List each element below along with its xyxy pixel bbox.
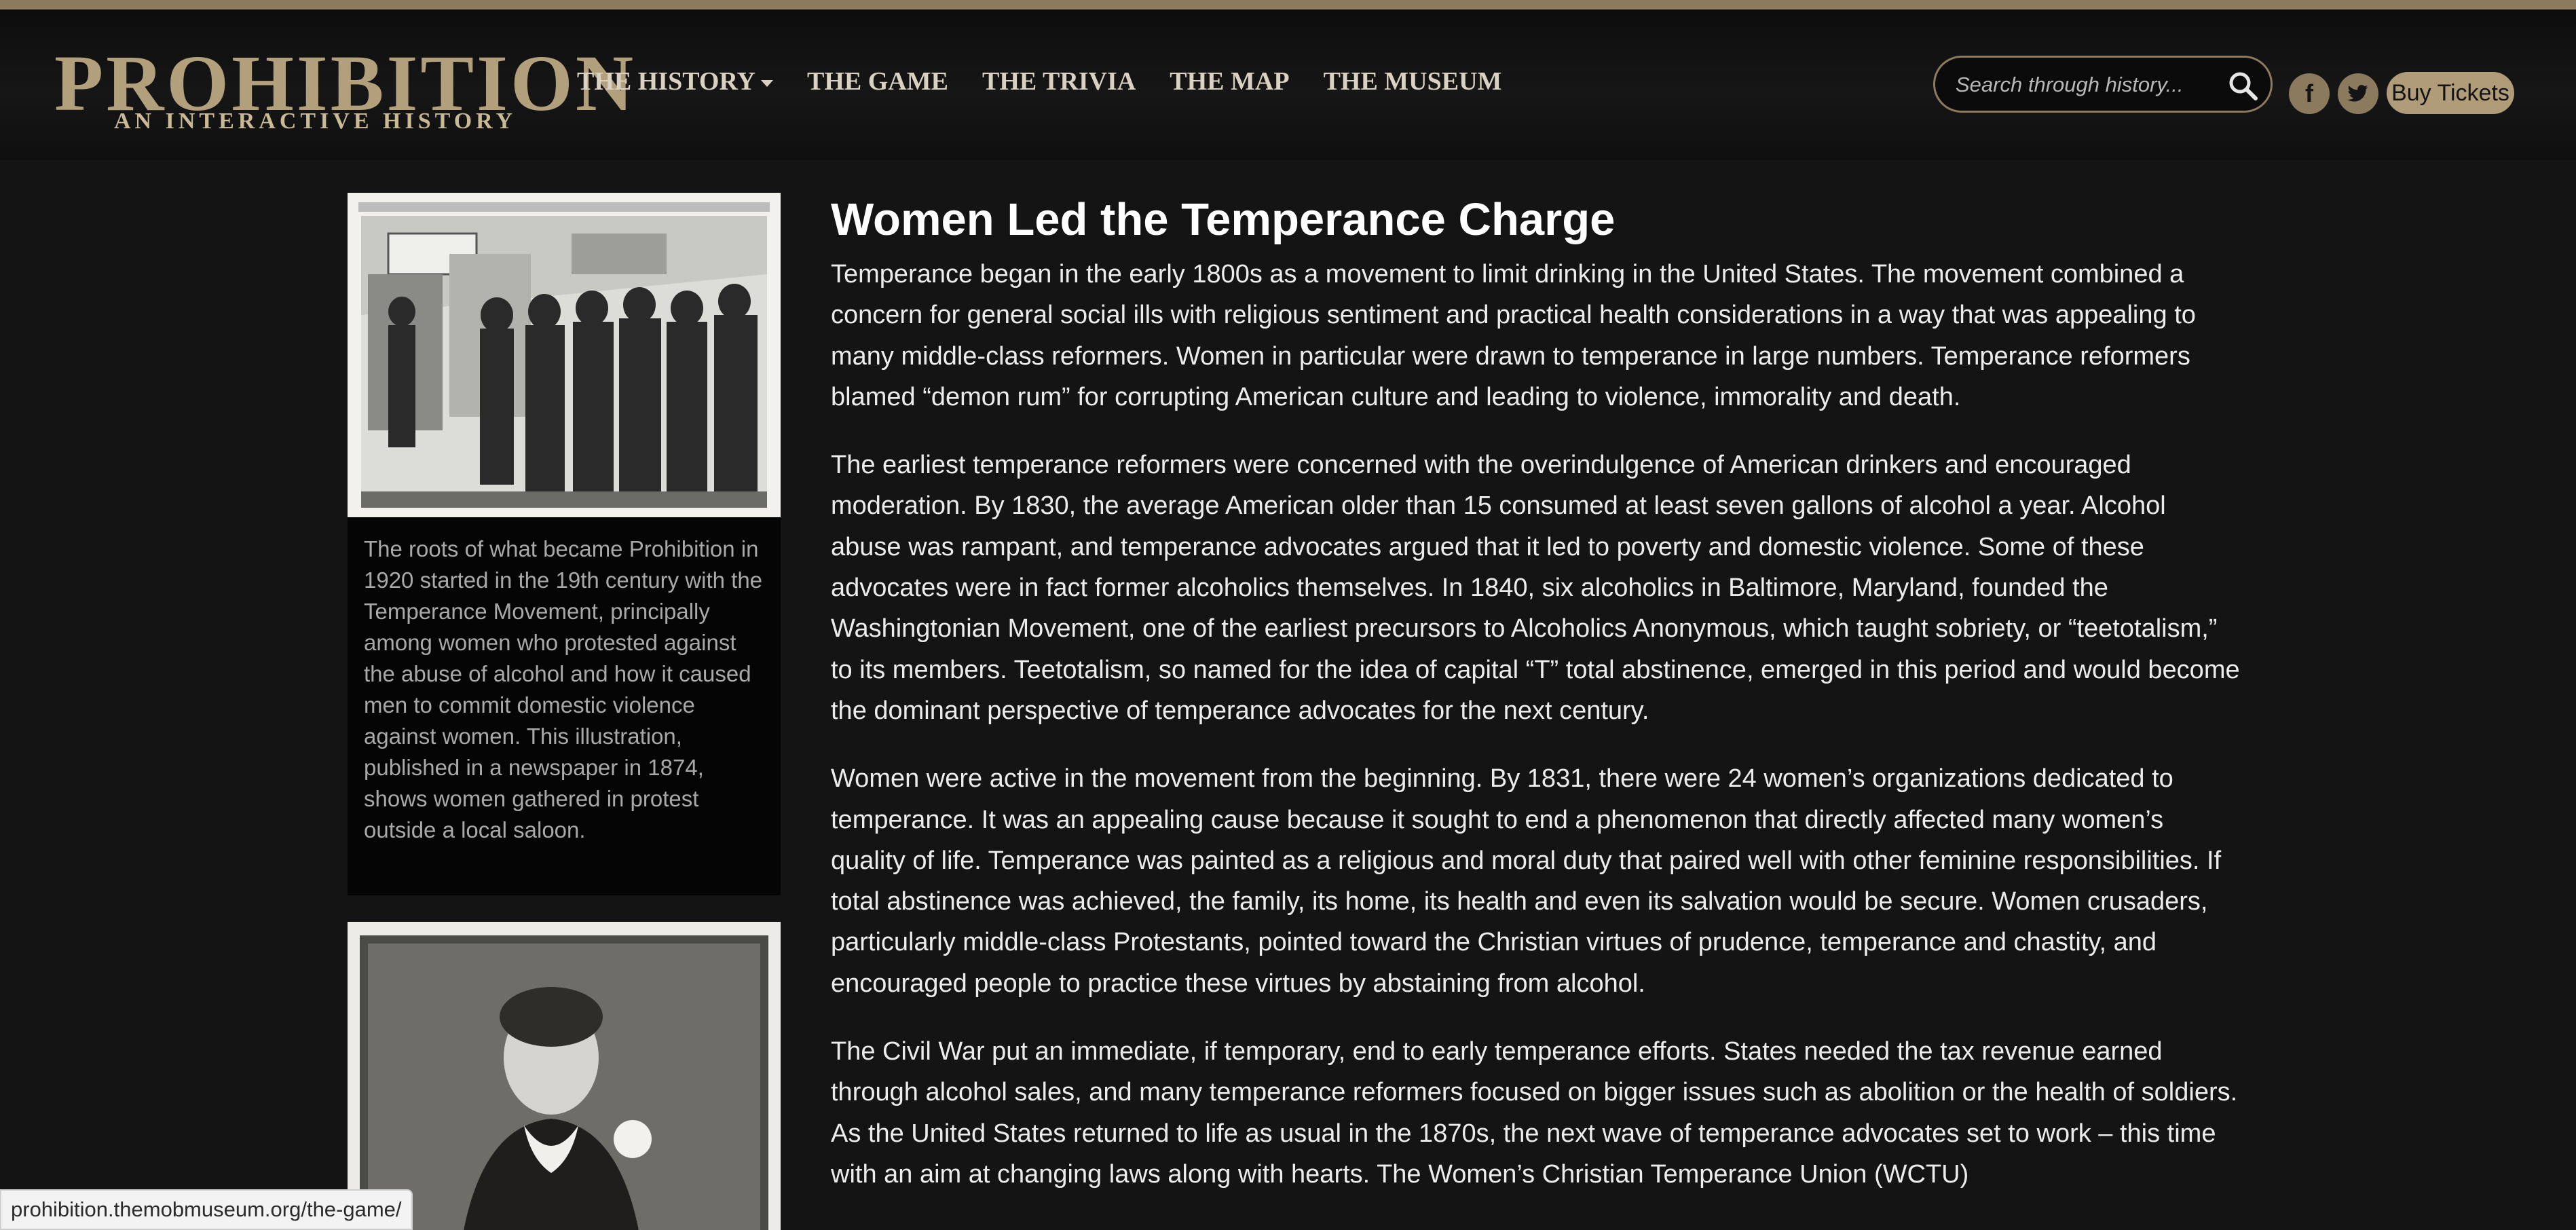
buy-tickets-button[interactable]: Buy Tickets	[2387, 72, 2514, 114]
logo-subtitle: AN INTERACTIVE HISTORY	[114, 109, 517, 134]
twitter-icon[interactable]	[2338, 73, 2378, 114]
status-bar-url: prohibition.themobmuseum.org/the-game/	[0, 1189, 413, 1230]
top-accent-rule	[0, 0, 2576, 10]
article-paragraph: Temperance began in the early 1800s as a…	[831, 260, 2196, 411]
site-logo[interactable]: PROHIBITION AN INTERACTIVE HISTORY	[54, 43, 633, 138]
nav-the-museum[interactable]: THE MUSEUM	[1324, 67, 1502, 96]
nav-the-map[interactable]: THE MAP	[1170, 67, 1289, 96]
nav-label: THE HISTORY	[577, 67, 755, 96]
article-paragraph: Women were active in the movement from t…	[831, 764, 2222, 998]
search-icon[interactable]	[2227, 70, 2258, 101]
nav-the-trivia[interactable]: THE TRIVIA	[982, 67, 1136, 96]
twitter-bird-icon	[2347, 85, 2368, 102]
saloon-protest-illustration	[348, 193, 781, 517]
chevron-down-icon	[761, 80, 773, 87]
figure-saloon-protest: The roots of what became Prohibition in …	[348, 193, 781, 895]
nav-label: THE MUSEUM	[1323, 67, 1502, 96]
nav-label: THE TRIVIA	[982, 67, 1136, 96]
search-box	[1933, 56, 2273, 113]
article-title: Women Led the Temperance Charge	[831, 194, 1616, 245]
carrie-nation-photo	[348, 922, 781, 1230]
nav-the-history[interactable]: THE HISTORY	[577, 67, 773, 96]
article: Women Led the Temperance Charge Temperan…	[831, 193, 2243, 1222]
article-paragraph: The earliest temperance reformers were c…	[831, 451, 2240, 725]
search-input[interactable]	[1956, 70, 2220, 100]
nav-the-game[interactable]: THE GAME	[807, 67, 948, 96]
site-header: PROHIBITION AN INTERACTIVE HISTORY THE H…	[0, 10, 2576, 160]
nav-label: THE GAME	[807, 67, 948, 96]
nav-label: THE MAP	[1170, 67, 1290, 96]
figure-caption: The roots of what became Prohibition in …	[364, 536, 763, 842]
main-nav: THE HISTORY THE GAME THE TRIVIA THE MAP …	[577, 67, 1501, 96]
figure-carrie-nation	[348, 922, 781, 1230]
facebook-icon[interactable]: f	[2289, 73, 2330, 114]
article-paragraph: The Civil War put an immediate, if tempo…	[831, 1037, 2238, 1189]
